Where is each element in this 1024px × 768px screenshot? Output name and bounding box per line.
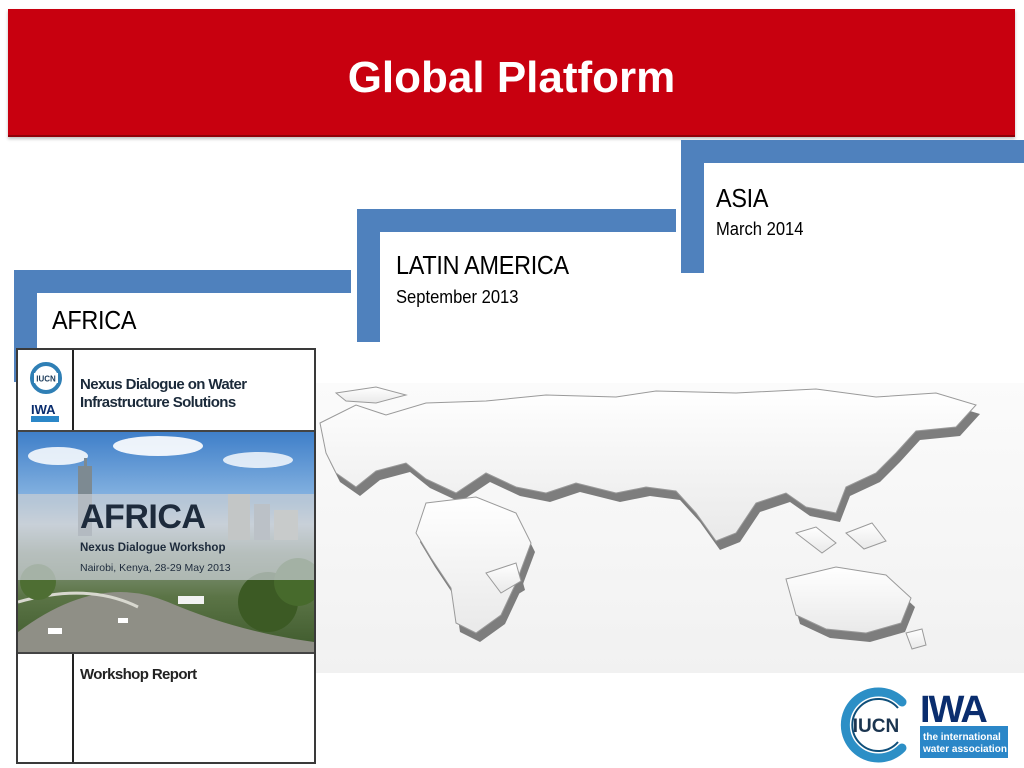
iucn-mini-logo-icon: IUCN [30,362,62,394]
world-map [316,383,1024,673]
iucn-logo-icon: IUCN [840,687,907,763]
cover-footer: Workshop Report [80,666,197,683]
region-date-latin-america: September 2013 [396,287,519,307]
iwa-tagline-1: the international [923,732,1001,743]
title-bar: Global Platform [8,9,1015,137]
region-date-asia: March 2014 [716,219,804,239]
cover-region-title: AFRICA [80,498,206,536]
cover-place-date: Nairobi, Kenya, 28-29 May 2013 [80,562,231,574]
iwa-tagline-2: water association [922,744,1007,755]
iwa-logo-text: IWA [920,689,987,731]
cover-subtitle: Nexus Dialogue Workshop [80,542,226,554]
iwa-logo-icon: IWA the international water association [920,689,1008,758]
iwa-mini-logo-icon: IWA [30,400,62,424]
svg-text:IWA: IWA [31,402,56,417]
cover-title: Nexus Dialogue on Water Infrastructure S… [80,376,247,412]
region-label-latin-america: LATIN AMERICA [396,250,569,280]
workshop-report-cover: IUCN IWA Nexus Dialogue on Water Infrast… [16,348,316,764]
svg-text:IUCN: IUCN [36,375,56,384]
iucn-logo-text: IUCN [853,716,899,737]
region-label-africa: AFRICA [52,305,137,335]
region-label-asia: ASIA [716,183,769,213]
world-map-3d-icon [319,386,980,650]
slide-title: Global Platform [347,53,676,102]
partner-logos: IUCN IWA the international water associa… [834,686,1010,764]
